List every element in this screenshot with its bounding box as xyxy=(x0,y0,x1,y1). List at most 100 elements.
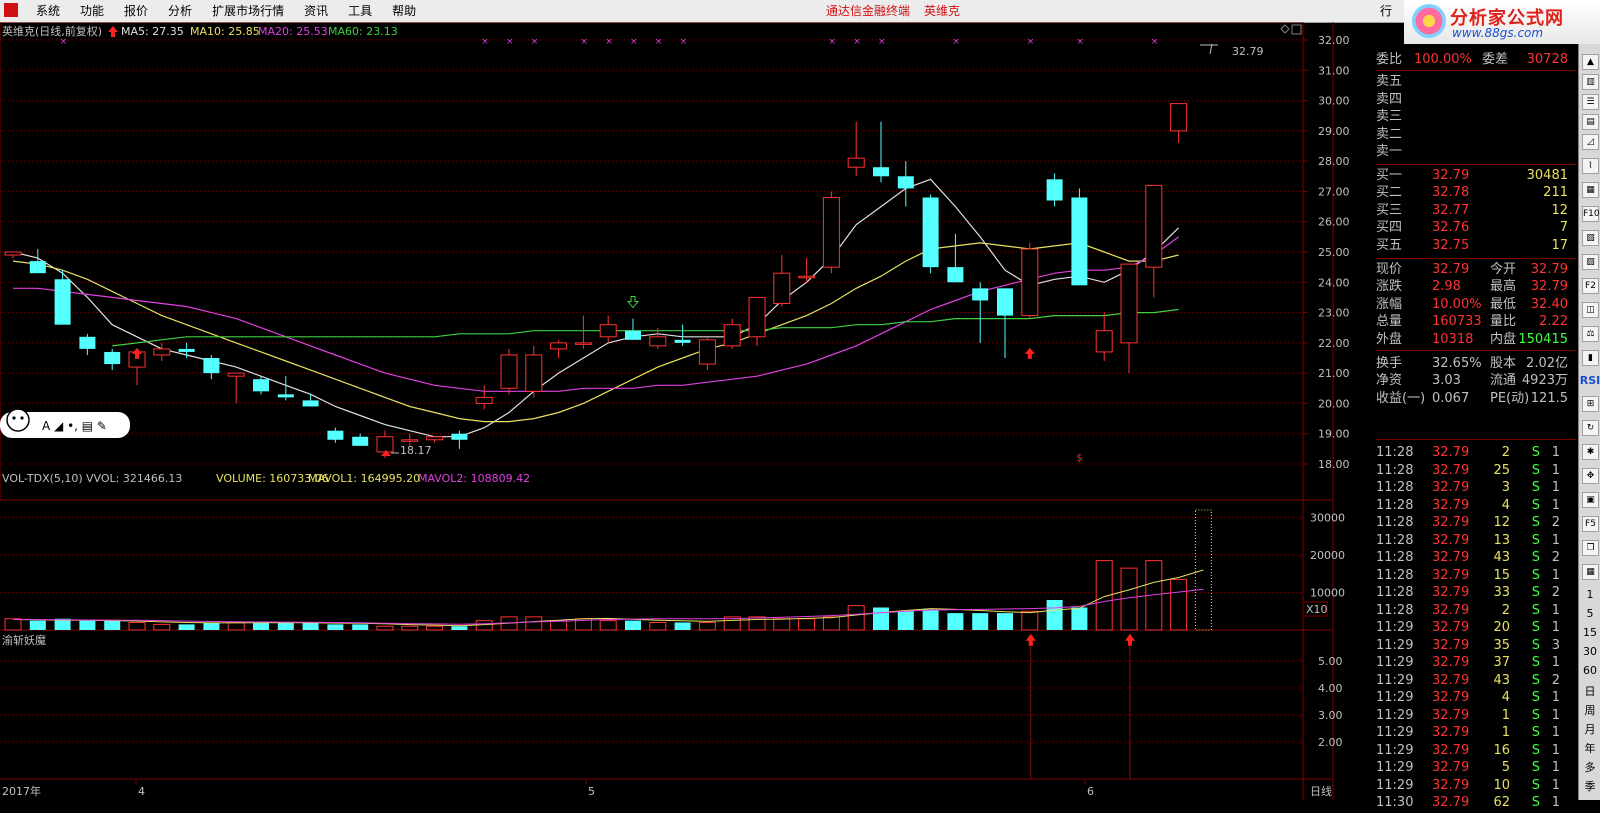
toolbar-glyphs[interactable]: A ◢ •, ▤ ✎ xyxy=(42,419,107,433)
sell-level-row[interactable]: 卖三 xyxy=(1376,107,1576,126)
f5-icon[interactable]: F5 xyxy=(1582,516,1599,532)
menu-quote[interactable]: 报价 xyxy=(114,0,158,22)
stat-label: 外盘 xyxy=(1376,331,1403,347)
book-icon[interactable]: ▤ xyxy=(1582,114,1599,130)
tick-row[interactable]: 11:30 32.79 62 S 1 xyxy=(1376,793,1576,812)
chart-icon[interactable]: ▥ xyxy=(1582,74,1599,90)
candle-body xyxy=(1046,179,1063,201)
menu-help[interactable]: 帮助 xyxy=(382,0,426,22)
tick-row[interactable]: 11:28 32.79 2 S 1 xyxy=(1376,443,1576,462)
table-icon[interactable]: ▧ xyxy=(1582,230,1599,246)
period-button[interactable]: 年 xyxy=(1579,740,1600,756)
candle-body xyxy=(550,342,568,350)
layout-icon[interactable]: ▣ xyxy=(1582,492,1599,508)
list-icon[interactable]: ☰ xyxy=(1582,94,1599,110)
quote-stat-row[interactable]: 总量 160733 量比 2.22 xyxy=(1376,312,1576,331)
candle-body xyxy=(972,288,989,301)
menu-tools[interactable]: 工具 xyxy=(338,0,382,22)
buy-level-row[interactable]: 买一 32.79 30481 xyxy=(1376,166,1576,185)
app-title: 通达信金融终端 xyxy=(826,4,911,18)
menu-news[interactable]: 资讯 xyxy=(294,0,338,22)
refresh-icon[interactable]: ↻ xyxy=(1582,420,1599,436)
fundamental-row[interactable]: 换手 32.65% 股本 2.02亿 xyxy=(1376,354,1576,373)
restore-icon[interactable] xyxy=(1291,24,1302,35)
tick-row[interactable]: 11:28 32.79 15 S 1 xyxy=(1376,566,1576,585)
tick-row[interactable]: 11:28 32.79 33 S 2 xyxy=(1376,583,1576,602)
menu-function[interactable]: 功能 xyxy=(70,0,114,22)
calc-icon[interactable]: ⊞ xyxy=(1582,396,1599,412)
period-button[interactable]: 15 xyxy=(1579,626,1600,639)
sell-level-row[interactable]: 卖五 xyxy=(1376,72,1576,91)
volume-icon[interactable]: ▮ xyxy=(1582,350,1599,366)
buy-level-row[interactable]: 买五 32.75 17 xyxy=(1376,236,1576,255)
window-icon[interactable]: ◫ xyxy=(1582,302,1599,318)
quote-stat-row[interactable]: 现价 32.79 今开 32.79 xyxy=(1376,260,1576,279)
tick-row[interactable]: 11:29 32.79 35 S 3 xyxy=(1376,636,1576,655)
fundamental-row[interactable]: 净资 3.03 流通 4923万 xyxy=(1376,371,1576,390)
tick-row[interactable]: 11:29 32.79 10 S 1 xyxy=(1376,776,1576,795)
tick-row[interactable]: 11:28 32.79 13 S 1 xyxy=(1376,531,1576,550)
tick-row[interactable]: 11:28 32.79 25 S 1 xyxy=(1376,461,1576,480)
tick-row[interactable]: 11:29 32.79 1 S 1 xyxy=(1376,723,1576,742)
drawing-toolbar[interactable]: A ◢ •, ▤ ✎ xyxy=(0,408,130,438)
compare-icon[interactable]: ⚖ xyxy=(1582,326,1599,342)
candle xyxy=(922,194,939,274)
fundamental-row[interactable]: 收益(一) 0.067 PE(动) 121.5 xyxy=(1376,389,1576,408)
tick-row[interactable]: 11:29 32.79 37 S 1 xyxy=(1376,653,1576,672)
tick-row[interactable]: 11:29 32.79 16 S 1 xyxy=(1376,741,1576,760)
window-stack-icon[interactable]: ❐ xyxy=(1582,540,1599,556)
period-button[interactable]: 1 xyxy=(1579,588,1600,601)
diamond-icon[interactable] xyxy=(1280,24,1290,34)
quote-stat-row[interactable]: 涨幅 10.00% 最低 32.40 xyxy=(1376,295,1576,314)
period-label[interactable]: 日线 xyxy=(1310,784,1332,798)
candle xyxy=(773,255,791,307)
sell-level-row[interactable]: 卖一 xyxy=(1376,142,1576,161)
sell-level-row[interactable]: 卖四 xyxy=(1376,90,1576,109)
tick-row[interactable]: 11:29 32.79 20 S 1 xyxy=(1376,618,1576,637)
tick-row[interactable]: 11:28 32.79 2 S 1 xyxy=(1376,601,1576,620)
menu-system[interactable]: 系统 xyxy=(26,0,70,22)
buy-level-row[interactable]: 买四 32.76 7 xyxy=(1376,218,1576,237)
quote-stat-row[interactable]: 涨跌 2.98 最高 32.79 xyxy=(1376,277,1576,296)
news-icon[interactable]: ▨ xyxy=(1582,254,1599,270)
tick-row[interactable]: 11:29 32.79 43 S 2 xyxy=(1376,671,1576,690)
buy-level-row[interactable]: 买三 32.77 12 xyxy=(1376,201,1576,220)
tick-row[interactable]: 11:28 32.79 12 S 2 xyxy=(1376,513,1576,532)
grid-small-icon[interactable]: ▦ xyxy=(1582,564,1599,580)
tick-row[interactable]: 11:29 32.79 5 S 1 xyxy=(1376,758,1576,777)
quote-stat-row[interactable]: 外盘 10318 内盘 150415 xyxy=(1376,330,1576,349)
period-button[interactable]: 月 xyxy=(1579,721,1600,737)
tick-row[interactable]: 11:28 32.79 3 S 1 xyxy=(1376,478,1576,497)
period-button[interactable]: 周 xyxy=(1579,702,1600,718)
quote-tab[interactable]: 行 xyxy=(1380,0,1392,22)
tick-row[interactable]: 11:29 32.79 4 S 1 xyxy=(1376,688,1576,707)
menu-analysis[interactable]: 分析 xyxy=(158,0,202,22)
tick-row[interactable]: 11:28 32.79 43 S 2 xyxy=(1376,548,1576,567)
line-chart-icon[interactable]: ⌇ xyxy=(1582,158,1599,174)
settings-icon[interactable]: ✱ xyxy=(1582,444,1599,460)
menu-extended-market[interactable]: 扩展市场行情 xyxy=(202,0,294,22)
candle-body xyxy=(798,275,816,279)
f10-icon[interactable]: F10 xyxy=(1582,206,1600,222)
period-button[interactable]: 季 xyxy=(1579,778,1600,794)
trend-icon[interactable]: ◿ xyxy=(1582,134,1599,150)
tick-price: 32.79 xyxy=(1432,777,1470,793)
period-button[interactable]: 多 xyxy=(1579,759,1600,775)
tick-row[interactable]: 11:29 32.79 1 S 1 xyxy=(1376,706,1576,725)
period-button[interactable]: 年 xyxy=(1579,797,1600,813)
chart-area[interactable]: 32.00 31.00 30.00 29.00 28.00 27.00 26.00 25.00… xyxy=(0,22,1376,800)
tick-side: S xyxy=(1531,550,1540,565)
buy-level-row[interactable]: 买二 32.78 211 xyxy=(1376,183,1576,202)
rsi-button[interactable]: RSI xyxy=(1579,374,1600,387)
volume-bar xyxy=(352,624,369,630)
period-button[interactable]: 60 xyxy=(1579,664,1600,677)
period-button[interactable]: 30 xyxy=(1579,645,1600,658)
scroll-up-icon[interactable]: ▲ xyxy=(1582,54,1599,70)
period-button[interactable]: 日 xyxy=(1579,683,1600,699)
grid-icon[interactable]: ▦ xyxy=(1582,182,1599,198)
tick-row[interactable]: 11:28 32.79 4 S 1 xyxy=(1376,496,1576,515)
f2-icon[interactable]: F2 xyxy=(1582,278,1599,294)
period-button[interactable]: 5 xyxy=(1579,607,1600,620)
sell-level-row[interactable]: 卖二 xyxy=(1376,125,1576,144)
move-icon[interactable]: ✥ xyxy=(1582,468,1599,484)
